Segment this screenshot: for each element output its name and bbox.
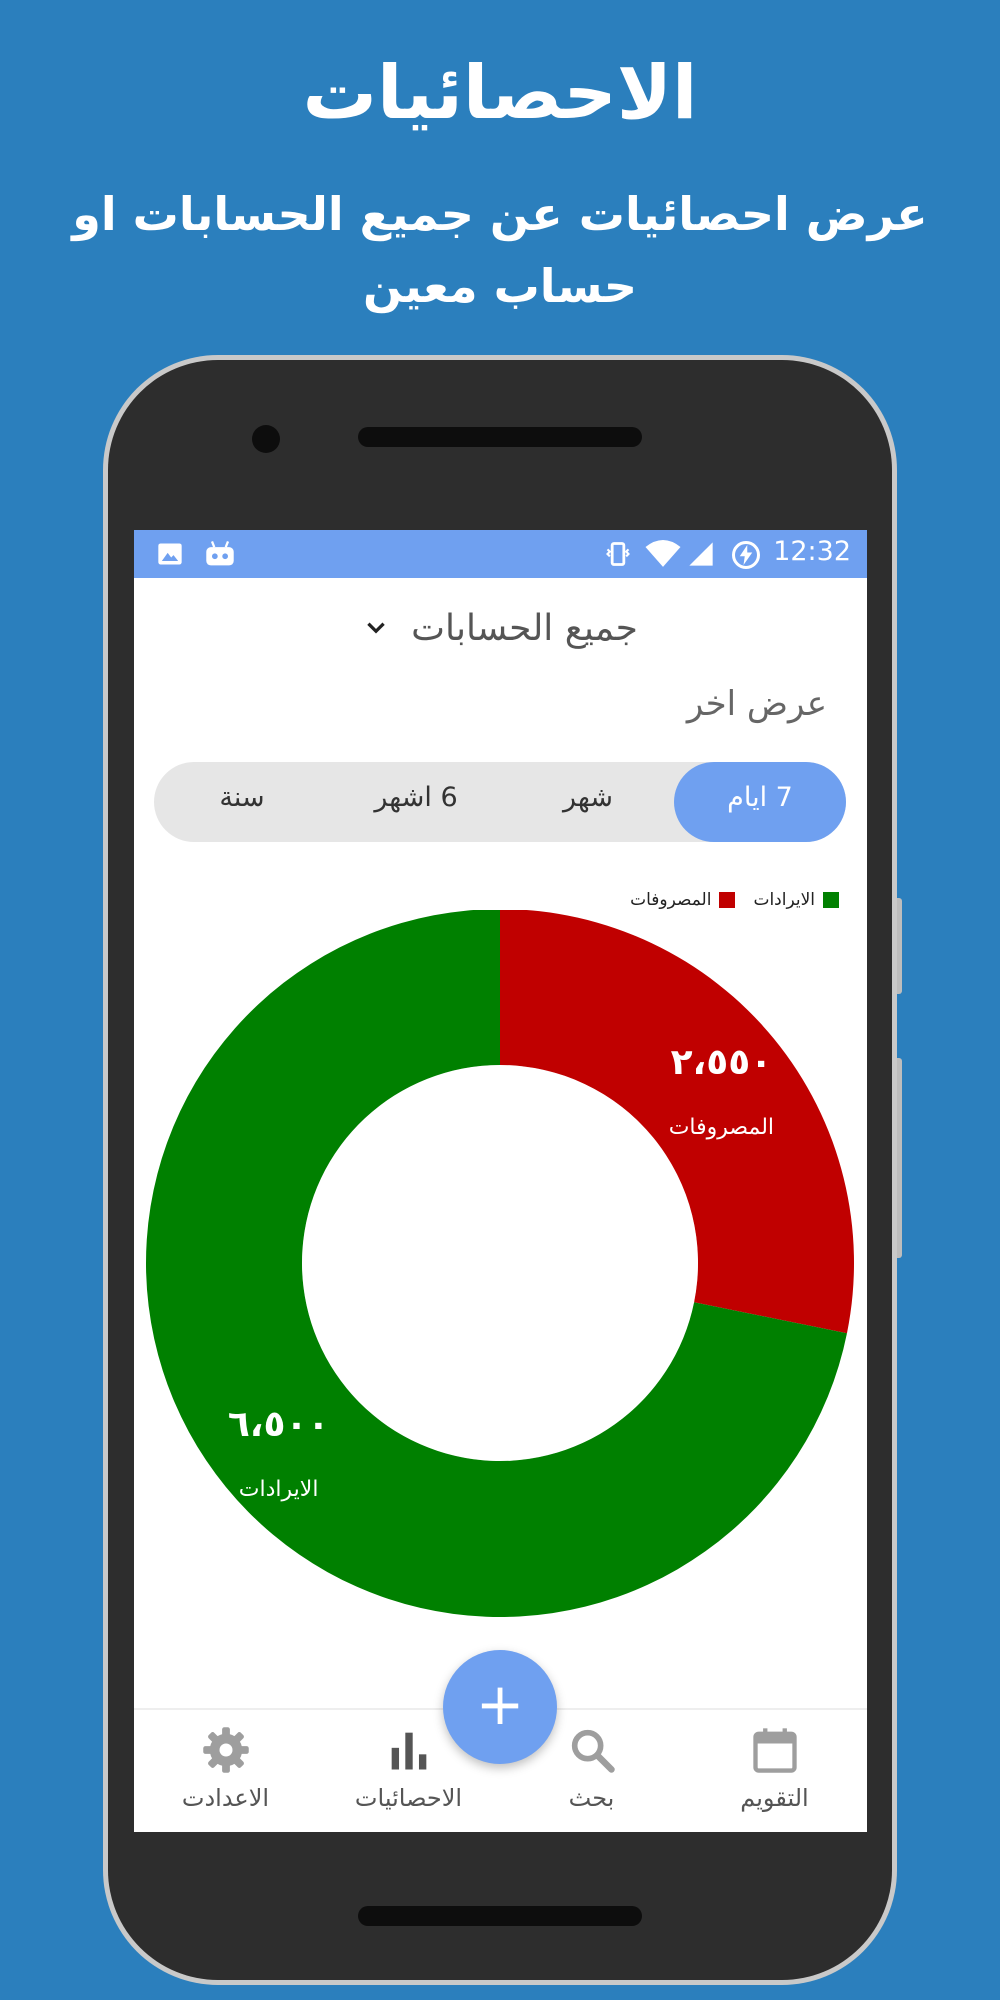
plus-icon: + [475, 1670, 525, 1738]
data-label-category-expenses: المصروفات [669, 1115, 774, 1140]
promo-title: الاحصائيات [302, 50, 698, 136]
donut-chart: ٢،٥٥٠ المصروفات ٦،٥٠٠ الايرادات [146, 910, 854, 1617]
legend-item-income: الايرادات [753, 890, 839, 910]
nav-label-search: بحث [568, 1784, 615, 1812]
bottom-speaker [358, 1906, 642, 1926]
legend-label-expenses: المصروفات [630, 890, 712, 910]
app-screen: 12:32 جميع الحسابات عرض اخر 7 ايام شهر 6… [134, 530, 867, 1832]
promo-subtitle: عرض احصائيات عن جميع الحسابات او حساب مع… [72, 187, 928, 313]
search-icon [571, 1729, 615, 1773]
vibrate-icon [606, 542, 630, 566]
image-icon [158, 543, 182, 565]
status-bar: 12:32 [134, 530, 867, 578]
status-time: 12:32 [773, 536, 851, 567]
other-view-label: عرض اخر [686, 684, 827, 724]
top-speaker [358, 427, 642, 447]
data-label-value-income: ٦،٥٠٠ [228, 1404, 330, 1445]
battery-charging-icon [732, 541, 760, 569]
nav-label-settings: الاعدادت [181, 1784, 270, 1812]
signal-icon [689, 542, 713, 566]
tab-6-months[interactable]: 6 اشهر [330, 762, 502, 842]
legend-swatch-expenses [719, 892, 736, 908]
bar-chart-icon [391, 1732, 427, 1770]
nav-label-statistics: الاحصائيات [354, 1784, 463, 1812]
tab-year[interactable]: سنة [154, 762, 330, 842]
account-selector[interactable]: جميع الحسابات [134, 598, 867, 658]
legend-swatch-income [823, 892, 839, 908]
volume-button [892, 898, 902, 994]
wifi-icon [645, 540, 681, 567]
android-icon [206, 541, 234, 566]
tab-7-days[interactable]: 7 ايام [674, 762, 846, 842]
chart-legend: الايرادات المصروفات [612, 890, 839, 910]
nav-item-settings[interactable]: الاعدادت [134, 1710, 317, 1832]
front-camera [252, 425, 280, 453]
nav-label-calendar: التقويم [740, 1784, 809, 1812]
calendar-icon [753, 1728, 797, 1773]
legend-label-income: الايرادات [753, 890, 815, 910]
nav-item-calendar[interactable]: التقويم [683, 1710, 866, 1832]
data-label-category-income: الايرادات [239, 1477, 319, 1502]
tab-month[interactable]: شهر [502, 762, 674, 842]
period-tabs: 7 ايام شهر 6 اشهر سنة [154, 762, 846, 842]
donut-hole [322, 1085, 678, 1441]
add-transaction-button[interactable]: + [443, 1650, 557, 1764]
legend-item-expenses: المصروفات [630, 890, 736, 910]
chevron-down-icon [367, 622, 385, 634]
gear-icon [203, 1727, 249, 1773]
data-label-value-expenses: ٢،٥٥٠ [671, 1042, 773, 1083]
power-button [892, 1058, 902, 1258]
account-selector-label: جميع الحسابات [411, 607, 638, 649]
